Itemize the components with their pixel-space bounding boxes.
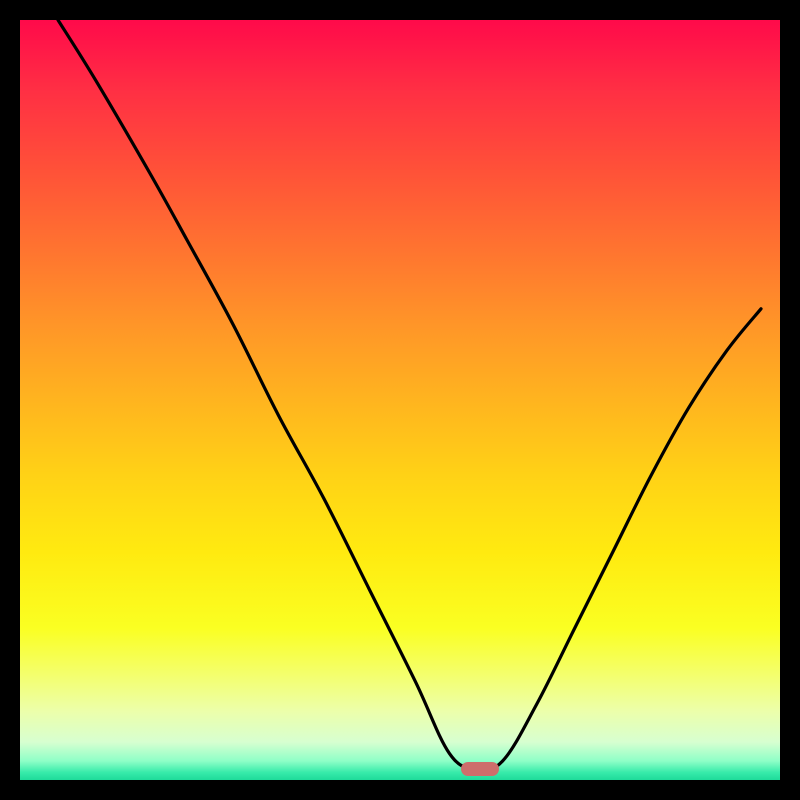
- frame-top: [0, 0, 800, 20]
- chart-plot-area: [20, 20, 780, 780]
- frame-right: [780, 0, 800, 800]
- bottleneck-curve: [20, 20, 780, 780]
- frame-bottom: [0, 780, 800, 800]
- frame-left: [0, 0, 20, 800]
- optimal-point-marker: [461, 762, 499, 776]
